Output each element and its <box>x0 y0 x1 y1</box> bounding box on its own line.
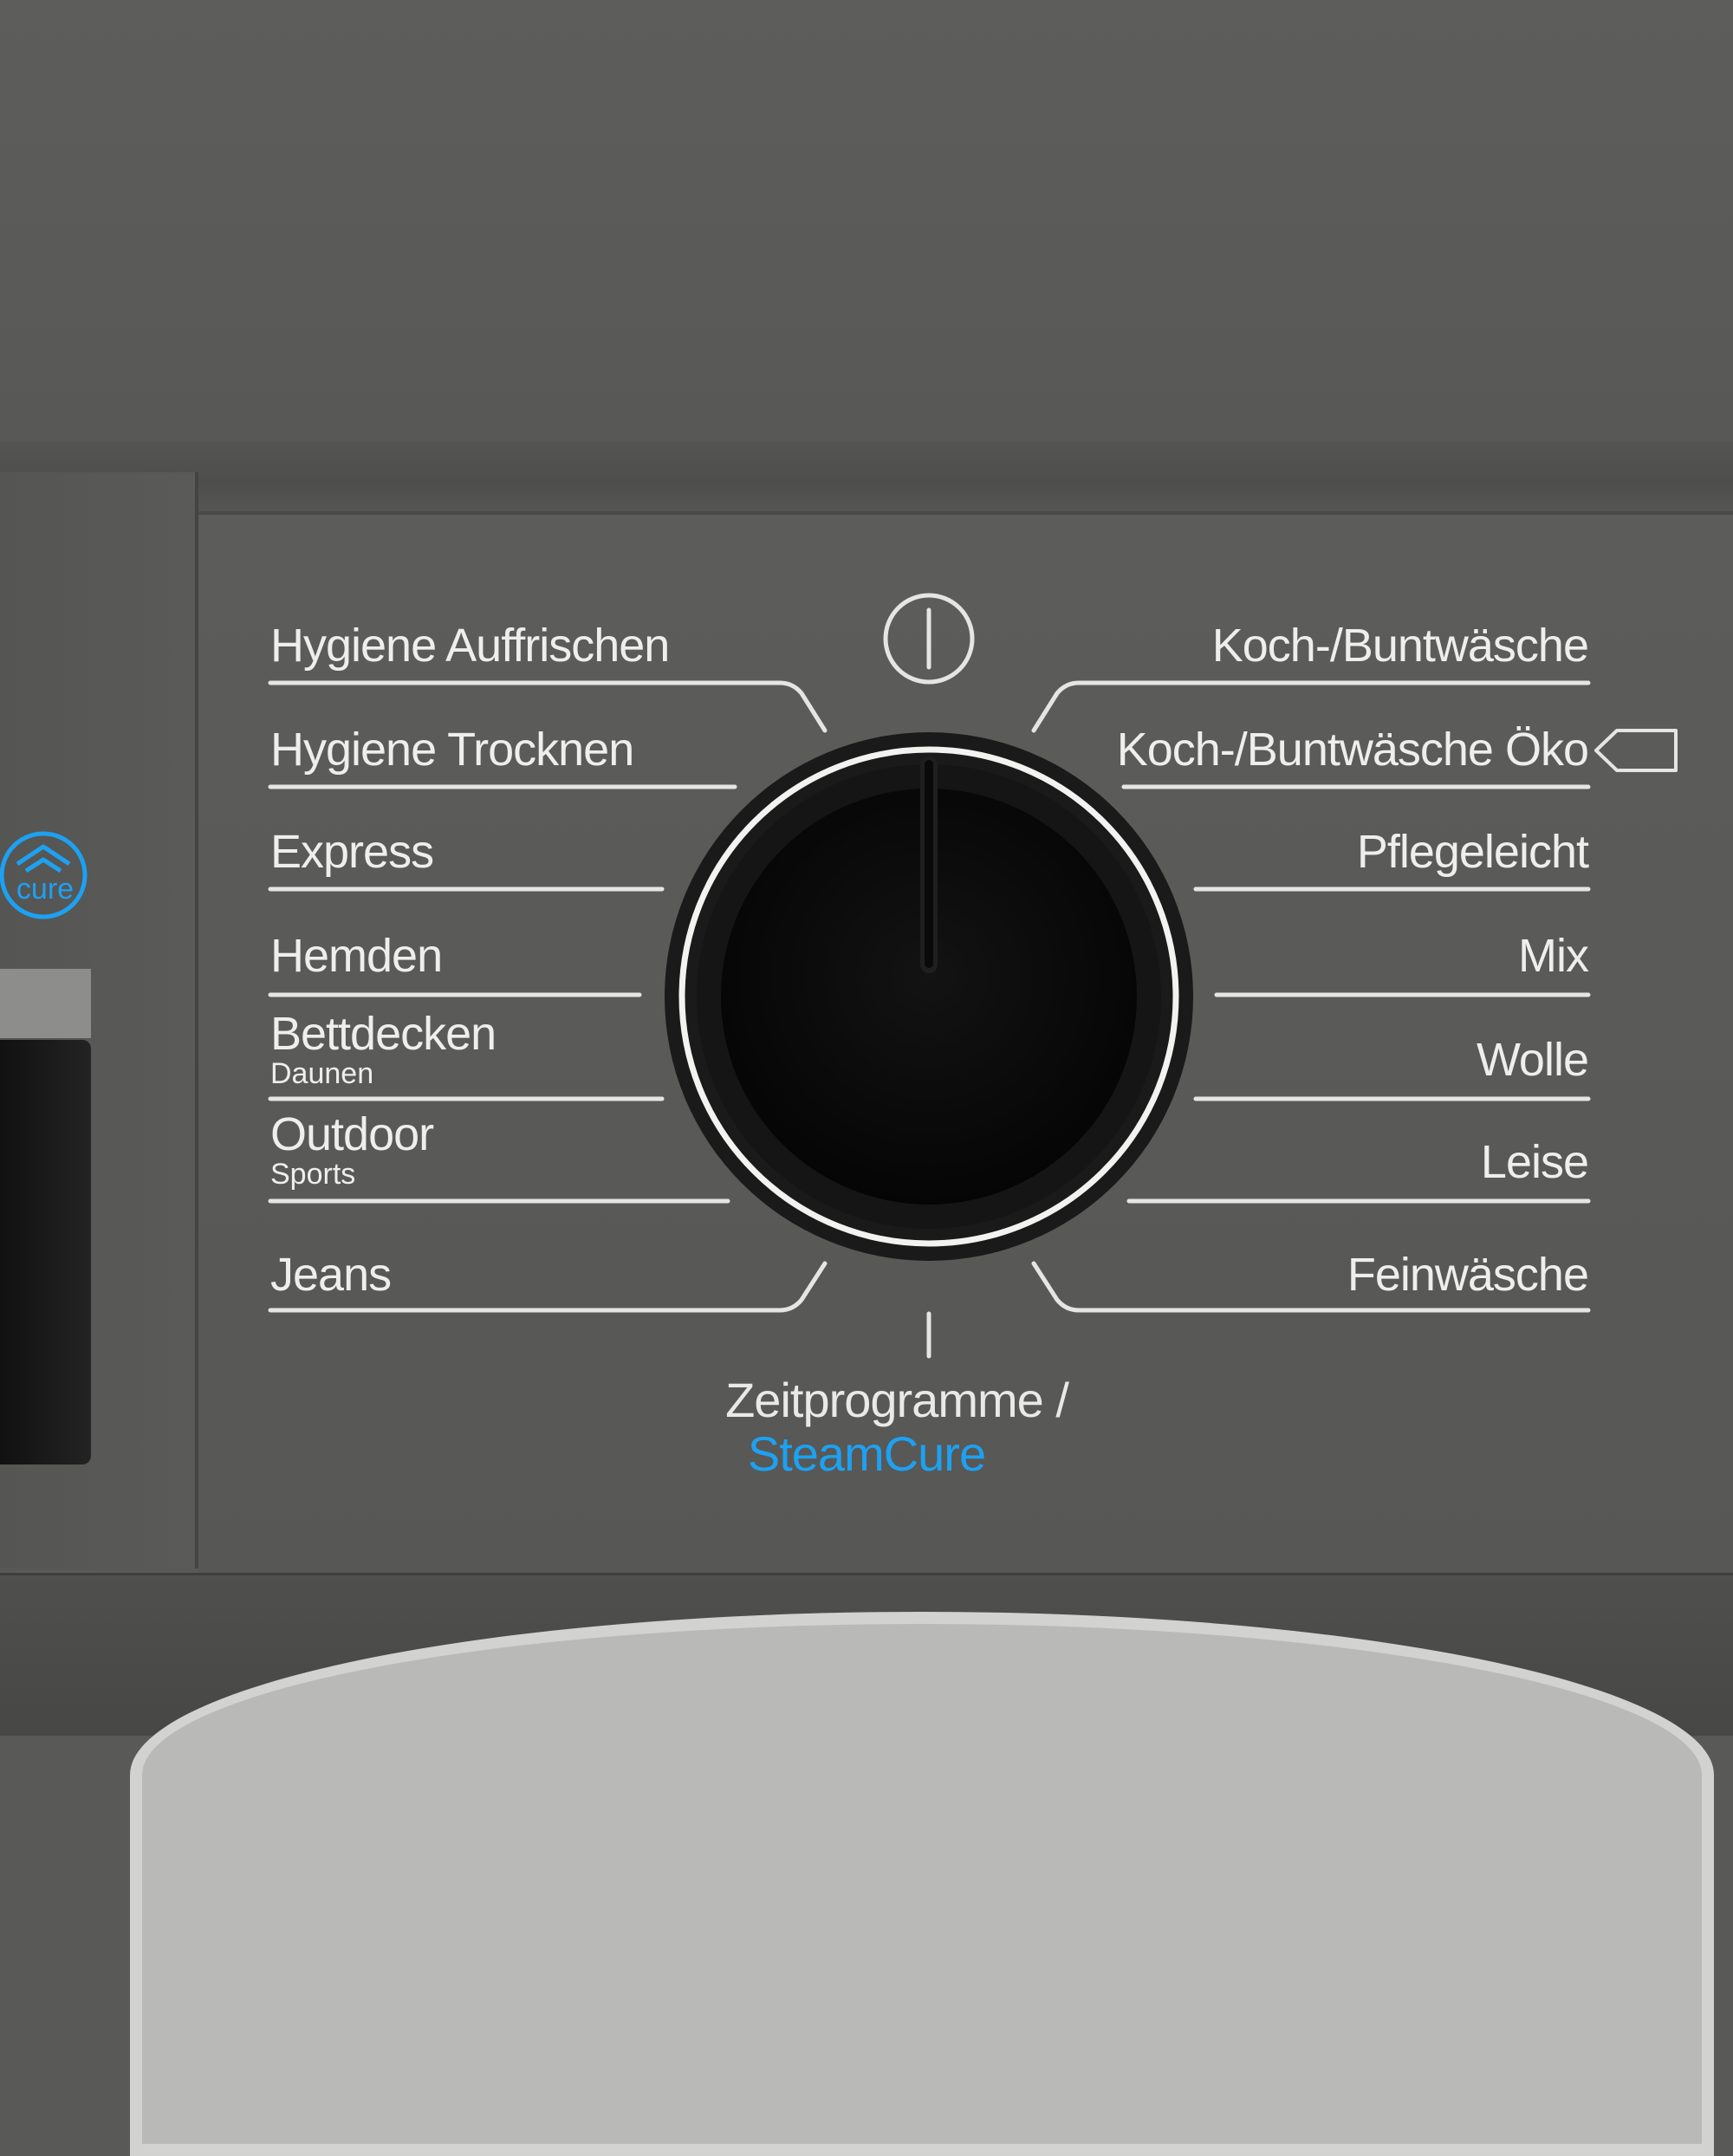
program-label: Koch-/Buntwäsche <box>1211 620 1589 672</box>
program-sublabel: Sports <box>270 1158 356 1191</box>
program-express[interactable]: Express <box>270 826 434 878</box>
program-hygiene-auffrischen[interactable]: Hygiene Auffrischen <box>270 620 670 672</box>
power-icon[interactable] <box>879 589 979 689</box>
program-label: Leise <box>1480 1136 1589 1188</box>
program-bettdecken[interactable]: Bettdecken Daunen <box>270 1008 497 1090</box>
program-label: Hemden <box>270 930 443 982</box>
program-label: Feinwäsche <box>1347 1249 1589 1301</box>
eco-tag-icon <box>1594 729 1678 772</box>
program-label: Hygiene Trocknen <box>270 724 634 776</box>
program-outdoor[interactable]: Outdoor Sports <box>270 1108 434 1191</box>
program-jeans[interactable]: Jeans <box>270 1249 392 1301</box>
program-koch-buntwaesche[interactable]: Koch-/Buntwäsche <box>1211 620 1589 672</box>
program-selector-knob[interactable] <box>663 731 1196 1263</box>
program-feinwaesche[interactable]: Feinwäsche <box>1347 1249 1589 1301</box>
program-zeitprogramme[interactable]: Zeitprogramme / <box>0 1372 1733 1428</box>
program-pflegeleicht[interactable]: Pflegeleicht <box>1356 826 1589 878</box>
program-label: Hygiene Auffrischen <box>270 620 670 672</box>
program-label: Express <box>270 826 434 878</box>
program-label: Jeans <box>270 1249 392 1301</box>
program-wolle[interactable]: Wolle <box>1476 1034 1589 1086</box>
program-steamcure[interactable]: SteamCure <box>0 1425 1733 1482</box>
program-hemden[interactable]: Hemden <box>270 930 443 982</box>
program-hygiene-trocknen[interactable]: Hygiene Trocknen <box>270 724 634 776</box>
program-label: Bettdecken <box>270 1008 497 1060</box>
program-label: Pflegeleicht <box>1356 826 1589 878</box>
program-leise[interactable]: Leise <box>1480 1136 1589 1188</box>
program-label: Wolle <box>1476 1034 1589 1086</box>
program-label: Mix <box>1518 930 1589 982</box>
program-mix[interactable]: Mix <box>1518 930 1589 982</box>
program-sublabel: Daunen <box>270 1057 374 1090</box>
program-label: Outdoor <box>270 1108 434 1160</box>
